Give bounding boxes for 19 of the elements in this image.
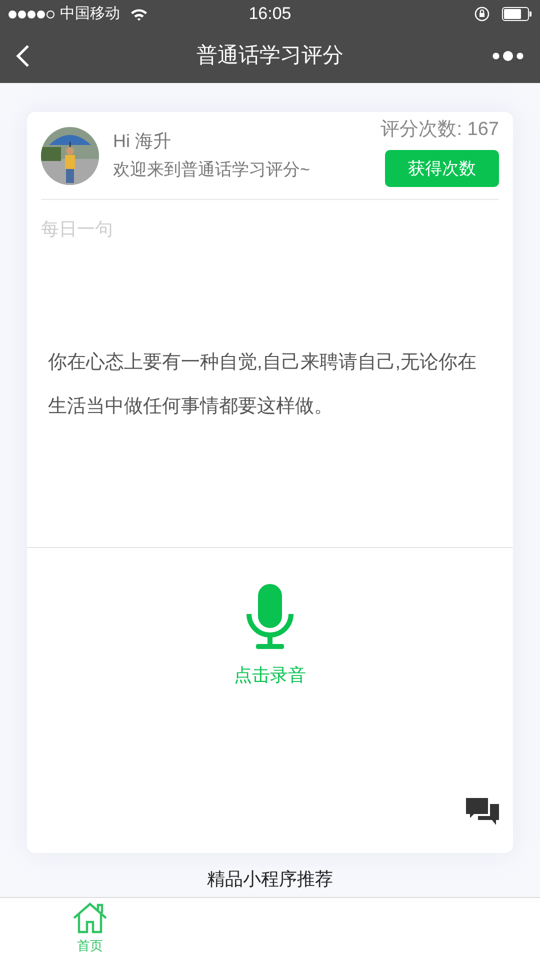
clock-time: 16:05 — [248, 4, 292, 24]
wifi-icon — [130, 8, 148, 20]
score-count: 评分次数: 167 — [380, 118, 499, 142]
battery-icon — [502, 7, 532, 21]
section-title: 精品小程序推荐 — [207, 868, 333, 891]
microphone-icon — [246, 584, 294, 650]
welcome-text: 欢迎来到普通话学习评分~ — [113, 159, 310, 182]
get-count-button[interactable]: 获得次数 — [385, 150, 499, 188]
more-icon — [492, 50, 524, 62]
rotation-lock-icon — [474, 6, 490, 22]
daily-sentence: 你在心态上要有一种自觉,自己来聘请自己,无论你在生活当中做任何事情都要这样做。 — [48, 351, 478, 419]
chat-icon[interactable] — [466, 798, 499, 827]
greeting-text: Hi 海升 — [113, 130, 172, 154]
record-button[interactable]: 点击录音 — [234, 584, 306, 689]
signal-icon — [8, 10, 56, 18]
house-icon — [72, 902, 108, 934]
back-icon — [16, 44, 30, 68]
page-title: 普通话学习评分 — [196, 44, 344, 67]
carrier-name: 中国移动 — [60, 4, 120, 24]
